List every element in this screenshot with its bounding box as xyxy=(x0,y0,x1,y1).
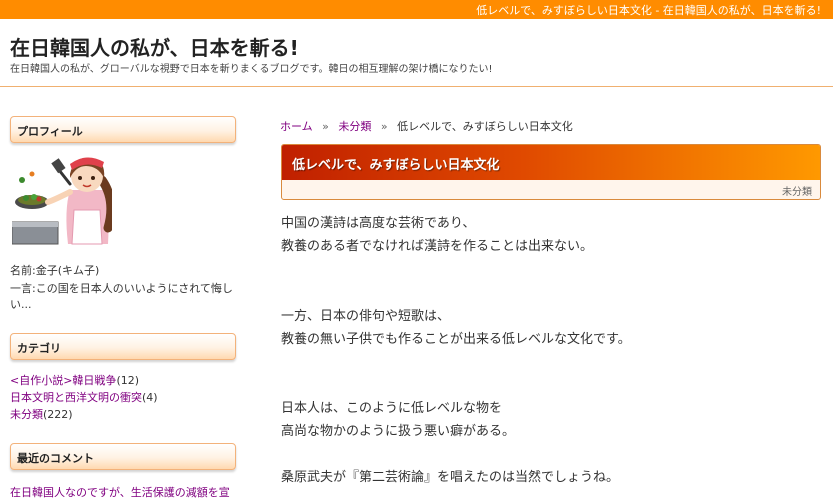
post-header: 低レベルで、みすぼらしい日本文化 未分類 xyxy=(281,144,821,200)
breadcrumb-category-link[interactable]: 未分類 xyxy=(338,120,371,133)
profile-comment-line-1: 一言:この国を日本人のいいようにされて悔し xyxy=(10,282,233,295)
post-body-line: 高尚な物かのように扱う悪い癖がある。 xyxy=(281,424,516,439)
post-body-line: 桑原武夫が『第二芸術論』を唱えたのは当然でしょうね。 xyxy=(281,470,620,485)
category-item-count: (222) xyxy=(43,408,73,421)
breadcrumb: ホーム » 未分類 » 低レベルで、みすぼらしい日本文化 xyxy=(280,118,573,134)
category-item-name[interactable]: 日本文明と西洋文明の衝突 xyxy=(10,391,142,404)
category-item-name[interactable]: <自作小説>韓日戦争 xyxy=(10,374,116,387)
post-category-link[interactable]: 未分類 xyxy=(782,183,812,198)
category-item-count: (12) xyxy=(116,374,140,387)
breadcrumb-home-link[interactable]: ホーム xyxy=(280,120,313,133)
breadcrumb-separator: » xyxy=(322,120,329,133)
profile-name: 名前:金子(キム子) xyxy=(10,264,100,277)
post-body-line: 教養のある者でなければ漢詩を作ることは出来ない。 xyxy=(281,239,594,254)
post-title[interactable]: 低レベルで、みすぼらしい日本文化 xyxy=(292,154,499,173)
avatar xyxy=(12,157,112,245)
category-heading-label: カテゴリ xyxy=(17,342,61,355)
category-item[interactable]: <自作小説>韓日戦争(12) xyxy=(10,372,139,388)
profile-heading-label: プロフィール xyxy=(17,125,83,138)
site-description: 在日韓国人の私が、グローバルな視野で日本を斬りまくるブログです。韓日の相互理解の… xyxy=(10,64,493,75)
top-bar-title[interactable]: 低レベルで、みすぼらしい日本文化 - 在日韓国人の私が、日本を斬る! xyxy=(476,2,821,18)
post-body-line: 中国の漢詩は高度な芸術であり、 xyxy=(281,216,476,231)
breadcrumb-current: 低レベルで、みすぼらしい日本文化 xyxy=(397,120,573,133)
recent-comments-widget-heading: 最近のコメント xyxy=(10,443,236,470)
category-widget-heading: カテゴリ xyxy=(10,333,236,360)
profile-widget-heading: プロフィール xyxy=(10,116,236,143)
category-item-name[interactable]: 未分類 xyxy=(10,408,43,421)
category-item[interactable]: 未分類(222) xyxy=(10,406,73,422)
site-title[interactable]: 在日韓国人の私が、日本を斬る! xyxy=(10,32,299,61)
header-divider xyxy=(0,86,833,87)
recent-comment-link[interactable]: 在日韓国人なのですが、生活保護の減額を宣 xyxy=(10,484,230,500)
post-title-bar: 低レベルで、みすぼらしい日本文化 xyxy=(282,145,820,180)
post-body-line: 教養の無い子供でも作ることが出来る低レベルな文化です。 xyxy=(281,332,631,347)
profile-comment-line-2: い... xyxy=(10,298,32,311)
post-body-line: 日本人は、このように低レベルな物を xyxy=(281,401,503,416)
category-item[interactable]: 日本文明と西洋文明の衝突(4) xyxy=(10,389,158,405)
post-body-line: 一方、日本の俳句や短歌は、 xyxy=(281,309,451,324)
category-item-count: (4) xyxy=(142,391,158,404)
breadcrumb-separator: » xyxy=(380,120,388,133)
recent-comments-heading-label: 最近のコメント xyxy=(17,452,94,465)
top-bar: 低レベルで、みすぼらしい日本文化 - 在日韓国人の私が、日本を斬る! xyxy=(0,0,833,19)
